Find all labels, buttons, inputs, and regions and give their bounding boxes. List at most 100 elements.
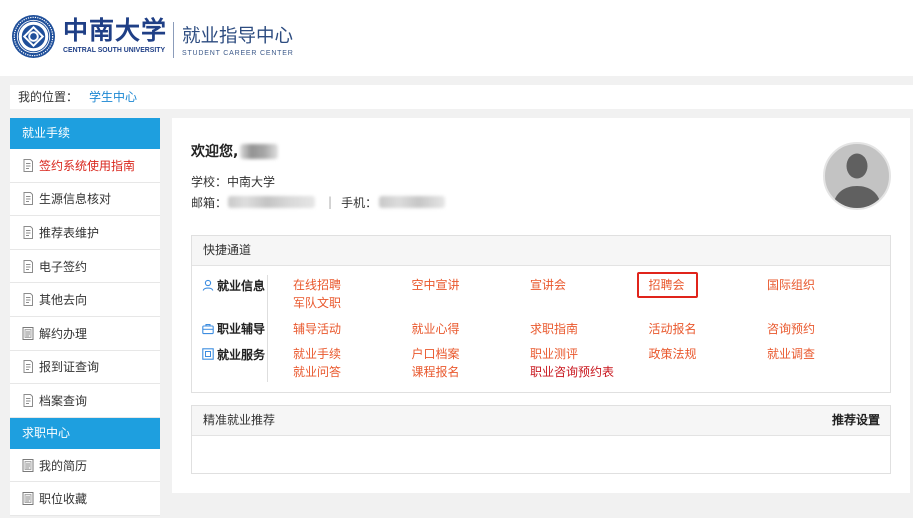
sidebar-item-label: 推荐表维护 <box>39 225 100 240</box>
quick-links: 就业手续 户口档案 职业测评 政策法规 就业调查 就业问答 课程报名 职业咨询预… <box>293 345 886 381</box>
sidebar-item-label: 电子签约 <box>39 259 88 274</box>
site-header: 中南大学 CENTRAL SOUTH UNIVERSITY 就业指导中心 STU… <box>0 0 913 76</box>
quick-link-activity-signup[interactable]: 活动报名 <box>649 320 697 338</box>
breadcrumb-label: 我的位置： <box>18 90 79 104</box>
school-line: 学校： 中南大学 <box>191 172 275 190</box>
redacted-phone <box>379 196 446 208</box>
sidebar-item-source-info[interactable]: 生源信息核对 <box>10 182 160 217</box>
school-label: 学校： <box>191 174 228 189</box>
sidebar-item-label: 档案查询 <box>39 393 88 408</box>
briefcase-icon <box>202 323 214 334</box>
recommendation-panel: 精准就业推荐 推荐设置 <box>191 405 891 474</box>
document-icon <box>23 393 33 407</box>
welcome-line: 欢迎您, <box>191 142 279 160</box>
sidebar: 就业手续 签约系统使用指南 生源信息核对 推荐表维护 电子签约 其他去向 解约办… <box>10 118 160 516</box>
quick-link-guidance-activities[interactable]: 辅导活动 <box>293 320 341 338</box>
redacted-name <box>240 143 279 159</box>
sidebar-item-other-destination[interactable]: 其他去向 <box>10 283 160 317</box>
document-icon <box>23 259 33 273</box>
logo-divider <box>173 22 174 58</box>
quick-link-household-archive[interactable]: 户口档案 <box>412 345 460 363</box>
quick-link-online-presentation[interactable]: 空中宣讲 <box>412 276 460 294</box>
user-icon <box>202 279 214 291</box>
quick-link-career-assessment[interactable]: 职业测评 <box>530 345 578 363</box>
quick-link-online-recruitment[interactable]: 在线招聘 <box>293 276 341 294</box>
quick-link-procedures[interactable]: 就业手续 <box>293 345 341 363</box>
quick-group-employment-services: 就业服务 就业手续 户口档案 职业测评 政策法规 就业调查 就业问答 课程报名 … <box>192 345 890 381</box>
recommendation-settings-link[interactable]: 推荐设置 <box>832 406 880 435</box>
university-logo[interactable]: 中南大学 CENTRAL SOUTH UNIVERSITY <box>0 0 170 76</box>
quick-group-career-guidance: 职业辅导 辅导活动 就业心得 求职指南 活动报名 咨询预约 <box>192 320 890 338</box>
document-icon <box>23 225 33 239</box>
quick-group-label: 就业信息 <box>192 276 267 294</box>
main-panel: 欢迎您, 学校： 中南大学 邮箱： | 手机： 快捷通道 就业信息 在线招聘 空… <box>172 118 910 493</box>
sidebar-item-e-signing[interactable]: 电子签约 <box>10 249 160 284</box>
quick-access-body: 就业信息 在线招聘 空中宣讲 宣讲会 招聘会 国际组织 军队文职 职业辅导 辅导 <box>192 266 890 382</box>
quick-access-header: 快捷通道 <box>192 236 890 266</box>
quick-group-label-text: 就业服务 <box>217 347 266 362</box>
quick-group-label-text: 就业信息 <box>217 278 266 293</box>
sidebar-item-my-resume[interactable]: 我的简历 <box>10 448 160 483</box>
quick-access-divider <box>267 275 268 382</box>
sidebar-item-label: 职位收藏 <box>39 492 88 507</box>
recommendation-header: 精准就业推荐 推荐设置 <box>192 406 890 436</box>
document-icon <box>23 293 33 307</box>
quick-link-job-guide[interactable]: 求职指南 <box>530 320 578 338</box>
sidebar-item-label: 生源信息核对 <box>39 192 112 207</box>
breadcrumb: 我的位置： 学生中心 <box>10 85 913 109</box>
sidebar-section-title: 求职中心 <box>10 417 160 449</box>
quick-link-course-signup[interactable]: 课程报名 <box>412 363 460 381</box>
quick-group-label: 就业服务 <box>192 345 267 363</box>
sidebar-item-signing-guide[interactable]: 签约系统使用指南 <box>10 149 160 183</box>
contact-separator: | <box>328 195 333 209</box>
quick-links: 在线招聘 空中宣讲 宣讲会 招聘会 国际组织 军队文职 <box>293 272 886 312</box>
sidebar-section-title: 就业手续 <box>10 118 160 149</box>
quick-group-label: 职业辅导 <box>192 320 267 338</box>
service-icon <box>202 348 214 360</box>
quick-link-consult-form[interactable]: 职业咨询预约表 <box>530 363 614 381</box>
site-title: 就业指导中心 <box>182 26 294 47</box>
sidebar-item-report-certificate[interactable]: 报到证查询 <box>10 350 160 385</box>
sidebar-item-label: 其他去向 <box>39 293 88 308</box>
breadcrumb-current-link[interactable]: 学生中心 <box>89 90 137 104</box>
university-seal-icon <box>11 14 56 59</box>
quick-access-panel: 快捷通道 就业信息 在线招聘 空中宣讲 宣讲会 招聘会 国际组织 军队文职 职业… <box>191 235 891 393</box>
quick-group-employment-info: 就业信息 在线招聘 空中宣讲 宣讲会 招聘会 国际组织 军队文职 <box>192 272 890 312</box>
site-subtitle: STUDENT CAREER CENTER <box>182 50 294 57</box>
redacted-email <box>228 196 316 208</box>
list-box-icon <box>22 492 34 506</box>
sidebar-item-recommendation-form[interactable]: 推荐表维护 <box>10 216 160 250</box>
sidebar-item-label: 解约办理 <box>39 326 88 341</box>
sidebar-item-archive-query[interactable]: 档案查询 <box>10 384 160 418</box>
email-label: 邮箱： <box>191 195 228 210</box>
contact-line: 邮箱： | 手机： <box>191 193 446 211</box>
quick-link-experiences[interactable]: 就业心得 <box>412 320 460 338</box>
logo-english-name: CENTRAL SOUTH UNIVERSITY <box>63 47 166 54</box>
quick-group-label-text: 职业辅导 <box>217 322 266 336</box>
quick-link-employment-survey[interactable]: 就业调查 <box>767 345 815 363</box>
sidebar-item-label: 报到证查询 <box>39 360 100 375</box>
quick-link-policies[interactable]: 政策法规 <box>649 345 697 363</box>
document-icon <box>23 158 33 172</box>
document-icon <box>23 192 33 206</box>
quick-links: 辅导活动 就业心得 求职指南 活动报名 咨询预约 <box>293 320 886 338</box>
phone-label: 手机： <box>341 195 378 210</box>
recommendation-title: 精准就业推荐 <box>203 413 276 427</box>
list-box-icon <box>22 326 34 340</box>
quick-link-presentation[interactable]: 宣讲会 <box>530 276 566 294</box>
quick-access-title: 快捷通道 <box>203 243 252 257</box>
quick-link-military-civilian[interactable]: 军队文职 <box>293 294 341 312</box>
sidebar-item-label: 签约系统使用指南 <box>39 158 136 173</box>
welcome-text: 欢迎您, <box>191 144 239 160</box>
quick-link-job-fair[interactable]: 招聘会 <box>636 272 698 298</box>
document-icon <box>23 360 33 374</box>
sidebar-item-saved-jobs[interactable]: 职位收藏 <box>10 482 160 516</box>
quick-link-faq[interactable]: 就业问答 <box>293 363 341 381</box>
school-value: 中南大学 <box>227 174 276 189</box>
list-box-icon <box>22 458 34 472</box>
sidebar-item-label: 我的简历 <box>39 458 88 473</box>
sidebar-item-contract-termination[interactable]: 解约办理 <box>10 316 160 351</box>
default-avatar-icon[interactable] <box>823 142 891 210</box>
quick-link-international-org[interactable]: 国际组织 <box>767 276 815 294</box>
quick-link-consult-booking[interactable]: 咨询预约 <box>767 320 815 338</box>
